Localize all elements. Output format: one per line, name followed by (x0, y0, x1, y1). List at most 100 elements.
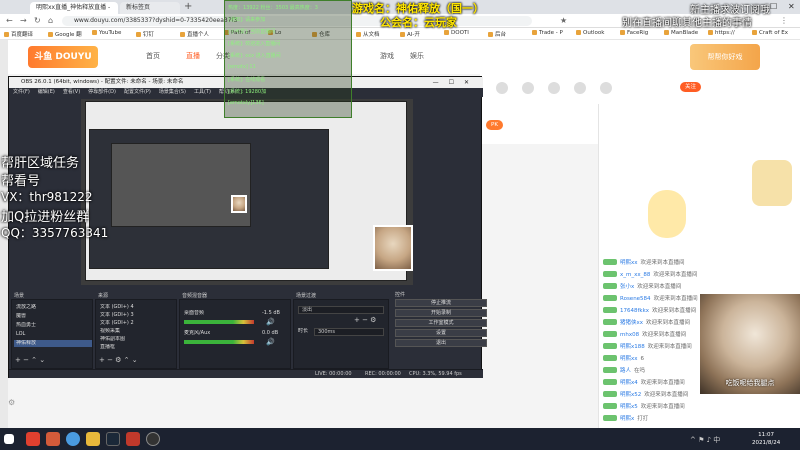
window-controls[interactable]: —☐✕ (433, 77, 479, 88)
mute-icon[interactable]: 🔊 (266, 318, 275, 326)
app-icon[interactable] (26, 432, 40, 446)
start-icon[interactable] (4, 434, 14, 444)
steam-icon[interactable] (106, 432, 120, 446)
app-icon[interactable] (46, 432, 60, 446)
bookmark-item[interactable]: 直播个人 (180, 30, 209, 38)
nav-live[interactable]: 直播 (186, 51, 200, 61)
back-icon[interactable]: ← (6, 15, 13, 27)
tab-label: 明熙xx直播_神佑释放直播 - (36, 4, 111, 11)
exit-button[interactable]: 退出 (395, 339, 487, 347)
room-icon[interactable] (574, 82, 586, 94)
chat-username[interactable]: 明熙xx (620, 356, 638, 362)
menu-icon[interactable]: ⋮ (780, 15, 788, 27)
level-badge (603, 391, 617, 397)
chat-username[interactable]: 明熙x52 (620, 392, 641, 398)
bookmark-item[interactable]: Craft of Ex (752, 30, 788, 36)
obs-preview[interactable] (81, 99, 413, 285)
obs-menu-item[interactable]: 场景集合(S) (159, 89, 186, 95)
room-icon[interactable] (496, 82, 508, 94)
scene-item[interactable]: 魔兽 (14, 313, 92, 320)
bookmark-item[interactable]: Google 翻 (48, 30, 82, 38)
app-icon[interactable] (126, 432, 140, 446)
new-tab-button[interactable]: + (184, 1, 192, 13)
bookmark-item[interactable]: 从文档 (356, 30, 380, 38)
chat-username[interactable]: 明熙xx (620, 260, 638, 266)
bookmark-item[interactable]: FaceRig (620, 30, 648, 36)
stop-stream-button[interactable]: 停止推流 (395, 299, 487, 307)
chat-username[interactable]: 猪猪侠xx (620, 320, 643, 326)
chat-username[interactable]: mhx08 (620, 332, 639, 338)
obs-menu-item[interactable]: 停靠部件(D) (88, 89, 116, 95)
scene-item[interactable]: 流放之路 (14, 304, 92, 311)
start-record-button[interactable]: 开始录制 (395, 309, 487, 317)
bookmark-item[interactable]: https:// (708, 30, 735, 36)
nav-ent[interactable]: 娱乐 (410, 51, 424, 61)
obs-icon[interactable] (146, 432, 160, 446)
bookmark-item[interactable]: 百度翻译 (4, 30, 33, 38)
scene-item[interactable]: 热血勇士 (14, 322, 92, 329)
browser-tab-active[interactable]: 明熙xx直播_神佑释放直播 - (30, 2, 118, 14)
mute-icon[interactable]: 🔊 (266, 338, 275, 346)
overlay-chat-line: 热度：13922 粉丝：3503 最高热度：3 (228, 5, 318, 11)
scene-add-icon[interactable]: + − ⌃ ⌄ (15, 356, 45, 364)
chat-username[interactable]: 明熙x4 (620, 380, 638, 386)
follow-button[interactable]: 关注 (680, 82, 702, 92)
nav-game[interactable]: 游戏 (380, 51, 394, 61)
transition-select[interactable]: 淡出 (298, 306, 384, 314)
room-icon[interactable] (522, 82, 534, 94)
source-item[interactable]: 文本 (GDI+) 2 (98, 320, 176, 327)
chat-username[interactable]: 明熙x5 (620, 404, 638, 410)
level-badge (603, 271, 617, 277)
scene-item[interactable]: LOL (14, 331, 92, 338)
settings-icon[interactable]: ⚙ (8, 398, 15, 407)
source-item[interactable]: 直播框 (98, 344, 176, 351)
obs-menu-item[interactable]: 工具(T) (194, 89, 211, 95)
chat-username[interactable]: Rosene584 (620, 296, 651, 302)
source-item[interactable]: 视频采集 (98, 328, 176, 335)
chat-username[interactable]: 张小x (620, 284, 634, 290)
transition-add-icon[interactable]: + − ⚙ (354, 316, 376, 324)
bookmark-item[interactable]: 后台 (488, 30, 506, 38)
extension-icon[interactable]: ★ (560, 15, 567, 27)
studio-mode-button[interactable]: 工作室模式 (395, 319, 487, 327)
duration-input[interactable]: 300ms (314, 328, 384, 336)
nav-home[interactable]: 首页 (146, 51, 160, 61)
close-icon[interactable]: ✕ (788, 0, 795, 14)
bookmark-item[interactable]: DOOTI (444, 30, 469, 36)
maximize-icon[interactable]: ☐ (770, 0, 777, 14)
room-icon[interactable] (600, 82, 612, 94)
bookmark-item[interactable]: 钉钉 (136, 30, 154, 38)
source-item[interactable]: 文本 (GDI+) 4 (98, 304, 176, 311)
folder-icon[interactable] (86, 432, 100, 446)
browser-tab[interactable]: 新标签页 (120, 2, 180, 14)
source-item[interactable]: 文本 (GDI+) 3 (98, 312, 176, 319)
pk-button[interactable]: PK (486, 120, 503, 130)
obs-menu-item[interactable]: 配置文件(P) (124, 89, 151, 95)
chat-username[interactable]: 明熙x (620, 416, 634, 422)
bookmark-item[interactable]: ManBlade (664, 30, 698, 36)
obs-menu-item[interactable]: 编辑(E) (38, 89, 55, 95)
settings-button[interactable]: 设置 (395, 329, 487, 337)
chat-username[interactable]: x_m_xx_88 (620, 272, 650, 278)
room-icon[interactable] (548, 82, 560, 94)
ad-image[interactable] (752, 160, 792, 206)
obs-menu-item[interactable]: 查看(V) (63, 89, 80, 95)
chat-username[interactable]: 17648fkkx (620, 308, 649, 314)
tray-icons[interactable]: ^ ⚑ ♪ 中 (690, 435, 720, 445)
chat-username[interactable]: 明熙x188 (620, 344, 645, 350)
home-icon[interactable]: ⌂ (48, 15, 53, 27)
forward-icon[interactable]: → (20, 15, 27, 27)
reload-icon[interactable]: ↻ (34, 15, 41, 27)
obs-menu-item[interactable]: 文件(F) (13, 89, 30, 95)
bookmark-item[interactable]: YouTube (92, 30, 121, 36)
bookmark-item[interactable]: AI-开 (400, 30, 420, 38)
promo-banner[interactable]: 帮帮你好戏 (690, 44, 760, 70)
source-item[interactable]: 神佑副本图 (98, 336, 176, 343)
source-add-icon[interactable]: + − ⚙ ⌃ ⌄ (99, 356, 138, 364)
chat-username[interactable]: 路人 (620, 368, 631, 374)
scene-item[interactable]: 神佑释放 (14, 340, 92, 347)
douyu-logo[interactable]: 斗鱼 DOUYU (28, 46, 98, 68)
bookmark-item[interactable]: Trade - P (532, 30, 563, 36)
bookmark-item[interactable]: Outlook (576, 30, 604, 36)
chrome-icon[interactable] (66, 432, 80, 446)
